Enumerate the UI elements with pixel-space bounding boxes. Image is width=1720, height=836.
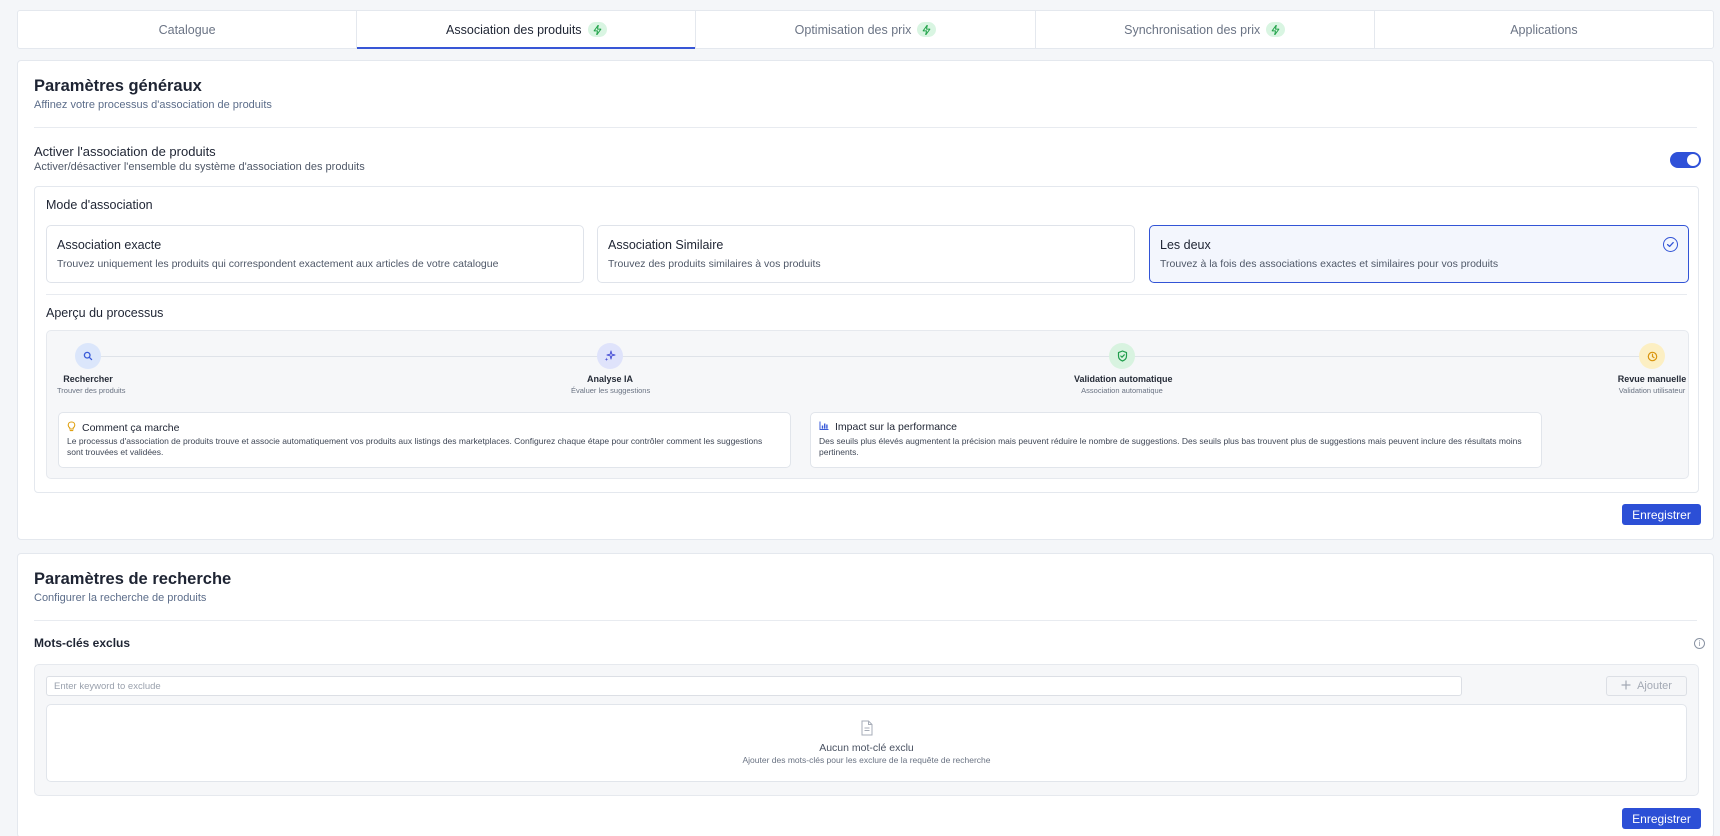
tab-association-produits[interactable]: Association des produits xyxy=(357,11,697,49)
enable-matching-label: Activer l'association de produits xyxy=(34,144,216,159)
mode-option-similar[interactable]: Association Similaire Trouvez des produi… xyxy=(597,225,1135,283)
shield-check-icon xyxy=(1109,343,1135,369)
tab-label: Synchronisation des prix xyxy=(1124,22,1261,37)
divider xyxy=(34,127,1697,128)
step-name: Rechercher xyxy=(63,374,113,384)
tab-optimisation-prix[interactable]: Optimisation des prix xyxy=(696,11,1036,48)
mode-option-description: Trouvez uniquement les produits qui corr… xyxy=(57,258,499,270)
search-icon xyxy=(75,343,101,369)
step-description: Trouver des produits xyxy=(57,386,126,395)
plus-icon xyxy=(1621,679,1631,693)
mode-option-title: Les deux xyxy=(1160,238,1211,252)
tab-label: Catalogue xyxy=(158,22,216,37)
step-name: Validation automatique xyxy=(1074,374,1173,384)
how-it-works-text: Le processus d'association de produits t… xyxy=(67,436,763,457)
step-name: Analyse IA xyxy=(586,374,634,384)
section-title: Paramètres généraux xyxy=(34,77,202,95)
mode-option-description: Trouvez des produits similaires à vos pr… xyxy=(608,258,821,270)
section-subtitle: Configurer la recherche de produits xyxy=(34,592,207,604)
matching-mode-panel: Mode d'association Association exacte Tr… xyxy=(34,186,1699,493)
tab-label: Association des produits xyxy=(446,22,582,37)
empty-state-title: Aucun mot-clé exclu xyxy=(819,742,914,754)
mode-option-both[interactable]: Les deux Trouvez à la fois des associati… xyxy=(1149,225,1689,283)
empty-state-description: Ajouter des mots-clés pour les exclure d… xyxy=(742,755,991,765)
clock-icon xyxy=(1639,343,1665,369)
section-subtitle: Affinez votre processus d'association de… xyxy=(34,99,272,111)
empty-state: Aucun mot-clé exclu Ajouter des mots-clé… xyxy=(46,704,1687,782)
excluded-keywords-panel: Ajouter Aucun mot-clé exclu Ajouter des … xyxy=(34,664,1699,796)
bar-chart-icon xyxy=(819,421,829,433)
excluded-keywords-title: Mots-clés exclus xyxy=(34,636,131,650)
how-it-works-title: Comment ça marche xyxy=(82,422,180,434)
enable-matching-toggle[interactable] xyxy=(1670,152,1701,168)
tab-bar: Catalogue Association des produits Optim… xyxy=(17,10,1714,49)
bolt-icon xyxy=(1266,22,1286,37)
process-line xyxy=(77,356,1658,357)
step-description: Validation utilisateur xyxy=(1618,386,1686,395)
search-settings-card: Paramètres de recherche Configurer la re… xyxy=(17,553,1714,836)
file-icon xyxy=(860,720,874,741)
process-step-manual-review: Revue manuelle Validation utilisateur xyxy=(1617,343,1687,395)
matching-mode-title: Mode d'association xyxy=(46,198,153,212)
step-name: Revue manuelle xyxy=(1617,374,1687,384)
process-overview-title: Aperçu du processus xyxy=(46,306,164,320)
step-description: Évaluer les suggestions xyxy=(571,386,651,395)
tab-applications[interactable]: Applications xyxy=(1375,11,1713,48)
add-keyword-label: Ajouter xyxy=(1637,680,1672,692)
divider xyxy=(34,620,1697,621)
add-keyword-button[interactable]: Ajouter xyxy=(1606,676,1687,696)
general-settings-card: Paramètres généraux Affinez votre proces… xyxy=(17,60,1714,540)
save-button[interactable]: Enregistrer xyxy=(1622,808,1701,829)
keyword-input[interactable] xyxy=(46,676,1462,696)
info-icon[interactable]: i xyxy=(1694,638,1705,649)
process-step-search: Rechercher Trouver des produits xyxy=(57,343,126,395)
lightbulb-icon xyxy=(67,421,76,435)
mode-option-description: Trouvez à la fois des associations exact… xyxy=(1160,258,1499,270)
how-it-works-box: Comment ça marche Le processus d'associa… xyxy=(58,412,791,468)
process-step-auto-validation: Validation automatique Association autom… xyxy=(1074,343,1173,395)
divider xyxy=(46,294,1687,295)
mode-option-exact[interactable]: Association exacte Trouvez uniquement le… xyxy=(46,225,584,283)
tab-synchronisation-prix[interactable]: Synchronisation des prix xyxy=(1036,11,1375,48)
mode-option-title: Association exacte xyxy=(57,238,162,252)
performance-impact-box: Impact sur la performance Des seuils plu… xyxy=(810,412,1542,468)
performance-impact-title: Impact sur la performance xyxy=(835,421,957,433)
section-title: Paramètres de recherche xyxy=(34,570,232,588)
bolt-icon xyxy=(917,22,937,37)
tab-label: Applications xyxy=(1510,22,1578,37)
tab-catalogue[interactable]: Catalogue xyxy=(18,11,358,48)
sparkles-icon xyxy=(597,343,623,369)
step-description: Association automatique xyxy=(1081,386,1163,395)
check-circle-icon xyxy=(1663,237,1678,252)
save-button[interactable]: Enregistrer xyxy=(1622,504,1701,525)
bolt-icon xyxy=(587,22,607,37)
enable-matching-description: Activer/désactiver l'ensemble du système… xyxy=(34,161,365,173)
mode-option-title: Association Similaire xyxy=(608,238,724,252)
process-step-ai-analysis: Analyse IA Évaluer les suggestions xyxy=(571,343,651,395)
performance-impact-text: Des seuils plus élevés augmentent la pré… xyxy=(819,436,1522,457)
process-overview: Rechercher Trouver des produits Analyse … xyxy=(46,330,1689,479)
tab-label: Optimisation des prix xyxy=(794,22,912,37)
